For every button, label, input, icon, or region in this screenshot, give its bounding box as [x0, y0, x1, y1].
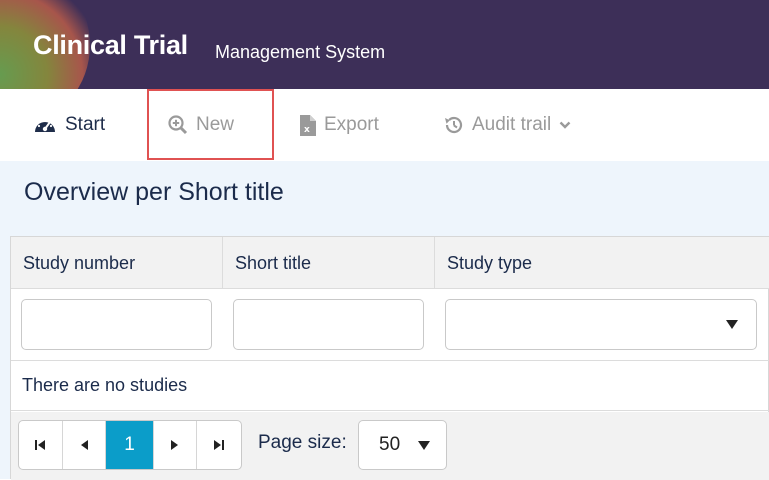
first-page-button[interactable] — [19, 421, 63, 469]
caret-down-icon — [418, 441, 430, 450]
table-header: Study number Short title Study type — [11, 237, 769, 289]
new-button-highlight — [147, 89, 274, 160]
start-label: Start — [65, 114, 106, 135]
last-page-icon — [213, 439, 225, 451]
empty-message: There are no studies — [11, 361, 769, 411]
excel-file-icon: x — [300, 114, 316, 136]
export-button[interactable]: x Export — [300, 89, 379, 161]
history-icon — [443, 115, 464, 135]
caret-right-icon — [170, 439, 180, 451]
page-size-select[interactable]: 50 — [358, 420, 447, 470]
last-page-button[interactable] — [197, 421, 241, 469]
first-page-icon — [34, 439, 46, 451]
studies-table: Study number Short title Study type Ther… — [10, 236, 769, 480]
page-number-current[interactable]: 1 — [106, 421, 154, 469]
page-size-label: Page size: — [258, 432, 347, 453]
filter-row — [11, 289, 769, 361]
toolbar: Start New x Export Audit trail — [0, 89, 769, 161]
chevron-down-icon — [559, 120, 571, 130]
export-label: Export — [324, 114, 379, 135]
app-subtitle: Management System — [215, 42, 386, 62]
svg-text:x: x — [304, 125, 310, 135]
page-size-value: 50 — [379, 434, 401, 455]
audit-trail-label: Audit trail — [472, 114, 552, 135]
column-header-short-title[interactable]: Short title — [223, 237, 435, 289]
caret-down-icon — [726, 320, 738, 329]
column-header-study-number[interactable]: Study number — [11, 237, 223, 289]
column-header-study-type[interactable]: Study type — [435, 237, 769, 289]
page-title: Overview per Short title — [24, 178, 284, 206]
dashboard-icon — [33, 115, 57, 135]
app-header: Clinical Trial Management System — [0, 0, 769, 89]
previous-page-button[interactable] — [63, 421, 107, 469]
study-type-filter-select[interactable] — [445, 299, 757, 350]
study-number-filter-input[interactable] — [21, 299, 212, 350]
pager: 1 — [18, 420, 242, 470]
audit-trail-menu[interactable]: Audit trail — [443, 89, 571, 161]
pager-bar: 1 Page size: 50 — [11, 412, 769, 480]
start-button[interactable]: Start — [33, 89, 105, 161]
short-title-filter-input[interactable] — [233, 299, 424, 350]
app-title: Clinical Trial — [33, 30, 188, 60]
caret-left-icon — [79, 439, 89, 451]
next-page-button[interactable] — [154, 421, 198, 469]
